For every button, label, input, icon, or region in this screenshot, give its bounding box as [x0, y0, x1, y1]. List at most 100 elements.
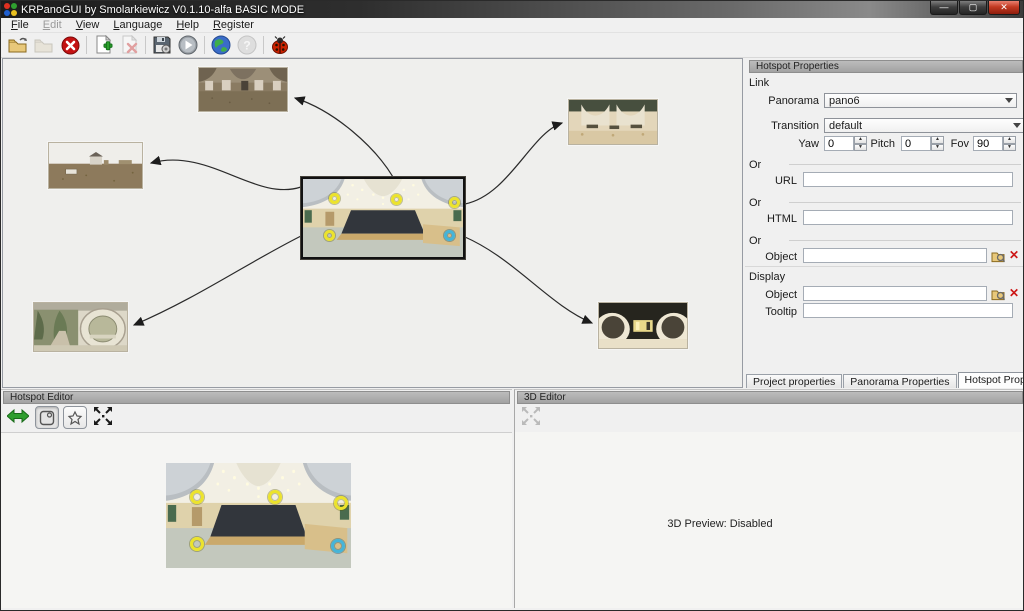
- fov-down-arrow-icon[interactable]: ▼: [1003, 144, 1016, 152]
- title-bar[interactable]: KRPanoGUI by Smolarkiewicz V0.1.10-alfa …: [1, 1, 1023, 18]
- tab-hotspot-properties[interactable]: Hotspot Properties: [958, 372, 1024, 388]
- separator-line: [789, 240, 1021, 241]
- toolbar-separator: [145, 36, 146, 54]
- display-section-divider: [745, 266, 1024, 267]
- or-separator-label: Or: [749, 159, 761, 171]
- pano-image-conservatory: [34, 303, 127, 351]
- open-project-folder-icon[interactable]: [5, 34, 31, 56]
- remove-panorama-page-x-icon: [116, 34, 142, 56]
- menu-register[interactable]: Register: [206, 18, 261, 32]
- minimize-button[interactable]: —: [930, 1, 958, 15]
- fullscreen-expand-icon-disabled: [521, 406, 541, 429]
- editor-3d-header: 3D Editor: [517, 391, 1023, 404]
- separator-line: [789, 202, 1021, 203]
- clear-display-object-red-x-icon[interactable]: ✕: [1007, 286, 1021, 300]
- browse-object-folder-search-icon[interactable]: [991, 249, 1005, 263]
- tab-project-properties[interactable]: Project properties: [746, 374, 842, 388]
- fov-input[interactable]: [973, 136, 1003, 151]
- html-input[interactable]: [803, 210, 1013, 225]
- toolbar-separator: [86, 36, 87, 54]
- chevron-down-icon: [1005, 98, 1013, 103]
- fov-spinner[interactable]: ▲▼: [973, 136, 1016, 151]
- panorama-preview-image[interactable]: [166, 463, 351, 568]
- hotspot-yellow[interactable]: [190, 537, 204, 551]
- toolbar-separator: [204, 36, 205, 54]
- fullscreen-expand-icon[interactable]: [93, 406, 113, 429]
- close-button[interactable]: ✕: [988, 1, 1020, 15]
- url-input[interactable]: [803, 172, 1013, 187]
- web-globe-icon[interactable]: [208, 34, 234, 56]
- display-object-input[interactable]: [803, 286, 987, 301]
- polygon-hotspot-tool-icon[interactable]: [63, 406, 87, 429]
- or-separator-label: Or: [749, 197, 761, 209]
- editor-3d-panel: 3D Editor 3D Preview: Disabled: [514, 389, 1024, 608]
- pano-image-night-hall: [599, 303, 687, 348]
- editor-3d-viewport: 3D Preview: Disabled: [515, 432, 1024, 608]
- menu-file[interactable]: File: [4, 18, 36, 32]
- editor-3d-toolbar: [515, 404, 1024, 431]
- 3d-preview-status-text: 3D Preview: Disabled: [515, 518, 925, 530]
- panorama-dropdown[interactable]: pano6: [824, 93, 1017, 108]
- app-logo-icon: [4, 3, 17, 16]
- hotspot-editor-viewport[interactable]: [1, 432, 512, 608]
- close-project-red-x-icon[interactable]: [57, 34, 83, 56]
- app-window: KRPanoGUI by Smolarkiewicz V0.1.10-alfa …: [0, 0, 1024, 611]
- menu-view[interactable]: View: [69, 18, 107, 32]
- hotspot-editor-panel: Hotspot Editor: [1, 389, 512, 608]
- help-question-icon: ?: [234, 34, 260, 56]
- pano-thumbnail-right-top[interactable]: [568, 99, 658, 145]
- hotspot-yellow[interactable]: [391, 194, 402, 205]
- browse-display-object-folder-search-icon[interactable]: [991, 287, 1005, 301]
- object-label: Object: [749, 251, 797, 263]
- pano-image-brown-room: [199, 68, 287, 111]
- debug-ladybug-icon[interactable]: [267, 34, 293, 56]
- panorama-dropdown-value: pano6: [829, 95, 860, 107]
- svg-text:?: ?: [243, 39, 250, 53]
- export-save-gear-icon[interactable]: [149, 34, 175, 56]
- swap-arrows-icon[interactable]: [7, 408, 29, 427]
- properties-panel: Hotspot Properties Link Panorama pano6 T…: [745, 58, 1024, 389]
- hotspot-yellow[interactable]: [449, 197, 460, 208]
- url-label: URL: [749, 175, 797, 187]
- pano-node-selected-lecture-hall[interactable]: [301, 177, 465, 259]
- tour-graph-canvas[interactable]: [2, 58, 743, 388]
- object-input[interactable]: [803, 248, 987, 263]
- menu-help[interactable]: Help: [169, 18, 206, 32]
- point-hotspot-tool-icon[interactable]: [35, 406, 59, 429]
- panorama-label: Panorama: [753, 95, 819, 107]
- transition-label: Transition: [753, 120, 819, 132]
- fov-label: Fov: [941, 138, 969, 150]
- pano-thumbnail-top[interactable]: [198, 67, 288, 112]
- hotspot-yellow[interactable]: [329, 193, 340, 204]
- pitch-spinner[interactable]: ▲▼: [901, 136, 944, 151]
- pano-thumbnail-bottom-right[interactable]: [598, 302, 688, 349]
- hotspot-yellow[interactable]: [268, 490, 282, 504]
- fov-up-arrow-icon[interactable]: ▲: [1003, 136, 1016, 144]
- menu-language[interactable]: Language: [106, 18, 169, 32]
- tab-panorama-properties[interactable]: Panorama Properties: [843, 374, 956, 388]
- window-title: KRPanoGUI by Smolarkiewicz V0.1.10-alfa …: [21, 4, 304, 16]
- pano-thumbnail-left[interactable]: [48, 142, 143, 189]
- html-label: HTML: [749, 213, 797, 225]
- main-toolbar: ?: [1, 33, 1023, 58]
- menu-bar: File Edit View Language Help Register: [1, 18, 1023, 33]
- yaw-input[interactable]: [824, 136, 854, 151]
- chevron-down-icon: [1013, 123, 1021, 128]
- preview-play-icon[interactable]: [175, 34, 201, 56]
- tooltip-input[interactable]: [803, 303, 1013, 318]
- add-panorama-page-plus-icon[interactable]: [90, 34, 116, 56]
- hotspot-yellow[interactable]: [334, 496, 348, 510]
- clear-object-red-x-icon[interactable]: ✕: [1007, 248, 1021, 262]
- pano-image-lecture-hall-large: [166, 463, 351, 568]
- hotspot-blue[interactable]: [331, 539, 345, 553]
- maximize-button[interactable]: ▢: [959, 1, 987, 15]
- pano-thumbnail-bottom-left[interactable]: [33, 302, 128, 352]
- separator-line: [789, 164, 1021, 165]
- pano-image-outdoor-field: [49, 143, 142, 188]
- pitch-input[interactable]: [901, 136, 931, 151]
- properties-tab-bar: Project properties Panorama Properties H…: [746, 371, 1024, 388]
- transition-dropdown[interactable]: default: [824, 118, 1024, 133]
- menu-edit: Edit: [36, 18, 69, 32]
- toolbar-separator: [263, 36, 264, 54]
- yaw-label: Yaw: [765, 138, 819, 150]
